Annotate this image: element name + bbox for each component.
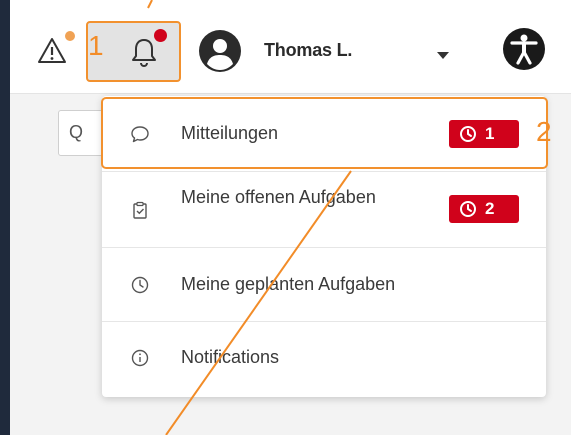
notification-badge-dot xyxy=(154,29,167,42)
user-name[interactable]: Thomas L. xyxy=(264,40,352,61)
clipboard-check-icon xyxy=(133,201,147,219)
clock-icon xyxy=(131,276,149,294)
menu-item-planned-tasks[interactable]: Meine geplanten Aufgaben xyxy=(102,248,546,322)
menu-item-notifications[interactable]: Notifications xyxy=(102,322,546,397)
warning-count-dot xyxy=(65,31,75,41)
bell-icon[interactable] xyxy=(129,36,159,68)
clock-icon xyxy=(460,201,476,217)
status-badge: 2 xyxy=(449,195,519,223)
menu-item-mitteilungen[interactable]: Mitteilungen 1 xyxy=(101,96,548,172)
app-window: Thomas L. Q Mitteilungen 1 Meine offenen… xyxy=(10,0,571,435)
accessibility-icon[interactable] xyxy=(502,27,546,71)
callout-number-2: 2 xyxy=(536,116,552,147)
caret-down-icon[interactable] xyxy=(437,52,449,60)
menu-item-label: Meine offenen Aufgaben xyxy=(181,187,376,207)
info-icon xyxy=(131,349,149,367)
callout-number-1: 1 xyxy=(88,30,104,61)
menu-item-open-tasks[interactable]: Meine offenen Aufgaben 2 xyxy=(102,172,546,248)
highlight-frame xyxy=(101,97,548,169)
menu-item-label: Notifications xyxy=(181,347,280,367)
notifications-dropdown: Mitteilungen 1 Meine offenen Aufgaben 2 … xyxy=(101,96,548,397)
search-icon: Q xyxy=(69,122,84,142)
user-avatar-icon[interactable] xyxy=(198,29,242,73)
warning-icon[interactable] xyxy=(37,36,67,66)
badge-count: 2 xyxy=(485,199,495,218)
menu-item-label: Meine geplanten Aufgaben xyxy=(181,274,396,294)
